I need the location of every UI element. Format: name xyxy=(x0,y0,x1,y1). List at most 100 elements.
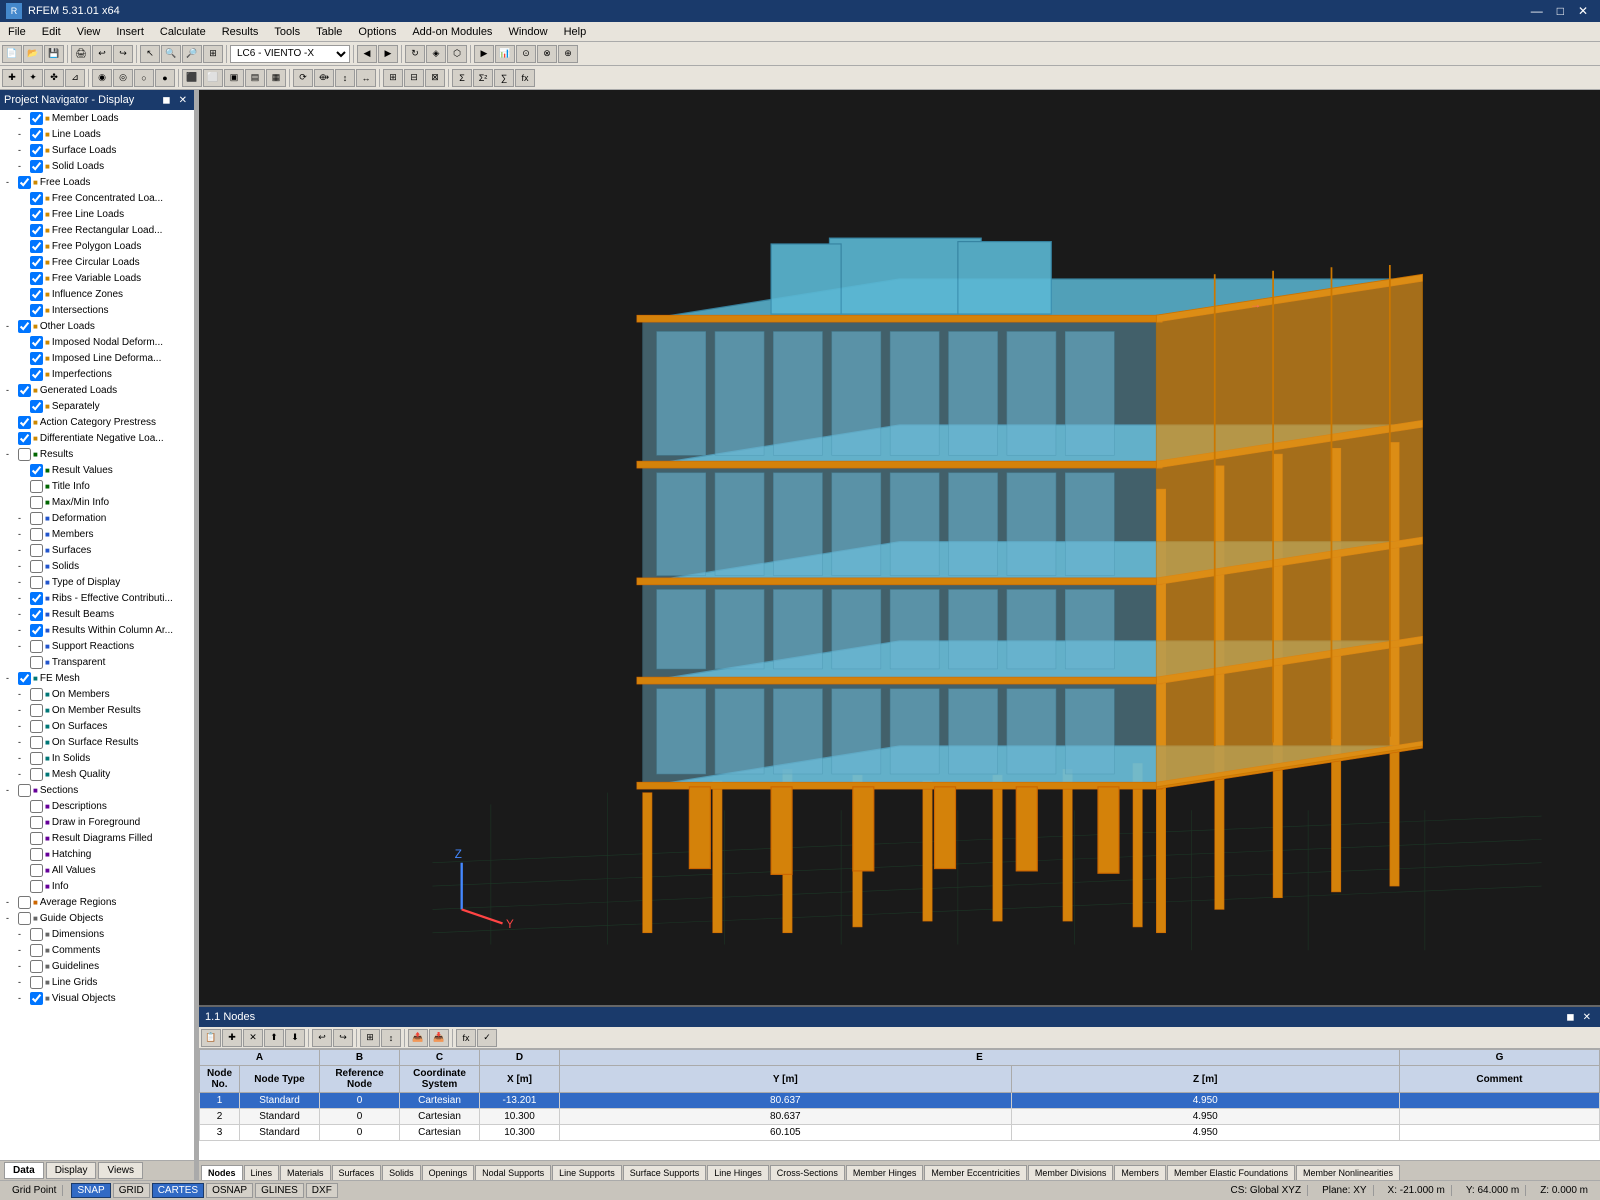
tree-item-47[interactable]: ■ All Values xyxy=(0,862,194,878)
menu-file[interactable]: File xyxy=(0,24,34,40)
tab-member-hinges[interactable]: Member Hinges xyxy=(846,1165,924,1180)
tab-cross-sections[interactable]: Cross-Sections xyxy=(770,1165,845,1180)
tree-item-32[interactable]: - ■ Results Within Column Ar... xyxy=(0,622,194,638)
nav-tab-data[interactable]: Data xyxy=(4,1162,44,1179)
tb2-16[interactable]: ↕ xyxy=(335,69,355,87)
tree-item-33[interactable]: - ■ Support Reactions xyxy=(0,638,194,654)
tb-zoom-all[interactable]: ⊞ xyxy=(203,45,223,63)
nav-tab-views[interactable]: Views xyxy=(98,1162,143,1179)
tb-zoom-out[interactable]: 🔎 xyxy=(182,45,202,63)
expand-icon[interactable]: - xyxy=(18,753,30,763)
expand-icon[interactable]: - xyxy=(18,769,30,779)
menu-insert[interactable]: Insert xyxy=(108,24,152,40)
viewport[interactable]: Z Y → xyxy=(199,90,1600,1005)
tree-item-2[interactable]: - ■ Surface Loads xyxy=(0,142,194,158)
menu-addon[interactable]: Add-on Modules xyxy=(404,24,500,40)
tree-item-23[interactable]: ■ Title Info xyxy=(0,478,194,494)
tree-item-6[interactable]: ■ Free Line Loads xyxy=(0,206,194,222)
tree-checkbox[interactable] xyxy=(30,400,43,413)
tbl-tb-check[interactable]: ✓ xyxy=(477,1029,497,1047)
tree-item-11[interactable]: ■ Influence Zones xyxy=(0,286,194,302)
tree-checkbox[interactable] xyxy=(30,640,43,653)
tree-checkbox[interactable] xyxy=(18,176,31,189)
tree-item-38[interactable]: - ■ On Surfaces xyxy=(0,718,194,734)
tb2-21[interactable]: Σ xyxy=(452,69,472,87)
expand-icon[interactable]: - xyxy=(18,545,30,555)
expand-icon[interactable]: - xyxy=(18,561,30,571)
tree-checkbox[interactable] xyxy=(30,736,43,749)
tb-view3[interactable]: ⊕ xyxy=(558,45,578,63)
tree-checkbox[interactable] xyxy=(30,208,43,221)
tree-item-29[interactable]: - ■ Type of Display xyxy=(0,574,194,590)
tree-item-28[interactable]: - ■ Solids xyxy=(0,558,194,574)
tree-item-20[interactable]: ■ Differentiate Negative Loa... xyxy=(0,430,194,446)
tree-item-55[interactable]: - ■ Visual Objects xyxy=(0,990,194,1006)
tb2-22[interactable]: Σ² xyxy=(473,69,493,87)
tbl-tb-2[interactable]: ✚ xyxy=(222,1029,242,1047)
tree-checkbox[interactable] xyxy=(18,416,31,429)
tab-lines[interactable]: Lines xyxy=(244,1165,280,1180)
tree-checkbox[interactable] xyxy=(18,432,31,445)
tree-checkbox[interactable] xyxy=(30,512,43,525)
tb-render[interactable]: ◈ xyxy=(426,45,446,63)
tree-checkbox[interactable] xyxy=(30,960,43,973)
tree-item-44[interactable]: ■ Draw in Foreground xyxy=(0,814,194,830)
tb-next[interactable]: ▶ xyxy=(378,45,398,63)
expand-icon[interactable]: - xyxy=(18,113,30,123)
expand-icon[interactable]: - xyxy=(18,529,30,539)
menu-options[interactable]: Options xyxy=(350,24,404,40)
tree-checkbox[interactable] xyxy=(30,528,43,541)
tb-new[interactable]: 📄 xyxy=(2,45,22,63)
tb-zoom-in[interactable]: 🔍 xyxy=(161,45,181,63)
tree-checkbox[interactable] xyxy=(30,768,43,781)
tree-checkbox[interactable] xyxy=(30,816,43,829)
tab-materials[interactable]: Materials xyxy=(280,1165,331,1180)
tb-save[interactable]: 💾 xyxy=(44,45,64,63)
menu-table[interactable]: Table xyxy=(308,24,350,40)
expand-icon[interactable]: - xyxy=(18,945,30,955)
tree-checkbox[interactable] xyxy=(30,864,43,877)
tree-checkbox[interactable] xyxy=(30,576,43,589)
tab-member-nonlinearities[interactable]: Member Nonlinearities xyxy=(1296,1165,1400,1180)
tree-checkbox[interactable] xyxy=(30,752,43,765)
menu-help[interactable]: Help xyxy=(556,24,595,40)
tree-checkbox[interactable] xyxy=(30,240,43,253)
tree-checkbox[interactable] xyxy=(30,272,43,285)
tree-checkbox[interactable] xyxy=(30,832,43,845)
tree-item-24[interactable]: ■ Max/Min Info xyxy=(0,494,194,510)
tree-checkbox[interactable] xyxy=(30,848,43,861)
tree-checkbox[interactable] xyxy=(30,112,43,125)
nav-tab-display[interactable]: Display xyxy=(46,1162,97,1179)
expand-icon[interactable]: - xyxy=(18,961,30,971)
tree-item-16[interactable]: ■ Imperfections xyxy=(0,366,194,382)
tree-checkbox[interactable] xyxy=(30,128,43,141)
expand-icon[interactable]: - xyxy=(18,161,30,171)
tb2-14[interactable]: ⟳ xyxy=(293,69,313,87)
tab-nodes[interactable]: Nodes xyxy=(201,1165,243,1180)
status-osnap[interactable]: OSNAP xyxy=(206,1183,253,1198)
tree-checkbox[interactable] xyxy=(30,160,43,173)
tree-item-53[interactable]: - ■ Guidelines xyxy=(0,958,194,974)
tree-checkbox[interactable] xyxy=(30,880,43,893)
tree-item-54[interactable]: - ■ Line Grids xyxy=(0,974,194,990)
tree-item-51[interactable]: - ■ Dimensions xyxy=(0,926,194,942)
tree-item-25[interactable]: - ■ Deformation xyxy=(0,510,194,526)
tree-item-4[interactable]: - ■ Free Loads xyxy=(0,174,194,190)
tree-item-7[interactable]: ■ Free Rectangular Load... xyxy=(0,222,194,238)
tree-item-39[interactable]: - ■ On Surface Results xyxy=(0,734,194,750)
tree-item-37[interactable]: - ■ On Member Results xyxy=(0,702,194,718)
tb2-17[interactable]: ↔ xyxy=(356,69,376,87)
tab-member-divisions[interactable]: Member Divisions xyxy=(1028,1165,1114,1180)
tbl-tb-5[interactable]: ⬇ xyxy=(285,1029,305,1047)
expand-icon[interactable]: - xyxy=(6,673,18,683)
table-panel-close[interactable]: ✕ xyxy=(1580,1012,1594,1023)
expand-icon[interactable]: - xyxy=(18,145,30,155)
tb-open[interactable]: 📂 xyxy=(23,45,43,63)
tree-checkbox[interactable] xyxy=(30,368,43,381)
tree-item-18[interactable]: ■ Separately xyxy=(0,398,194,414)
expand-icon[interactable]: - xyxy=(18,625,30,635)
tbl-tb-calc[interactable]: fx xyxy=(456,1029,476,1047)
tree-checkbox[interactable] xyxy=(18,448,31,461)
tree-checkbox[interactable] xyxy=(30,928,43,941)
tree-checkbox[interactable] xyxy=(18,672,31,685)
